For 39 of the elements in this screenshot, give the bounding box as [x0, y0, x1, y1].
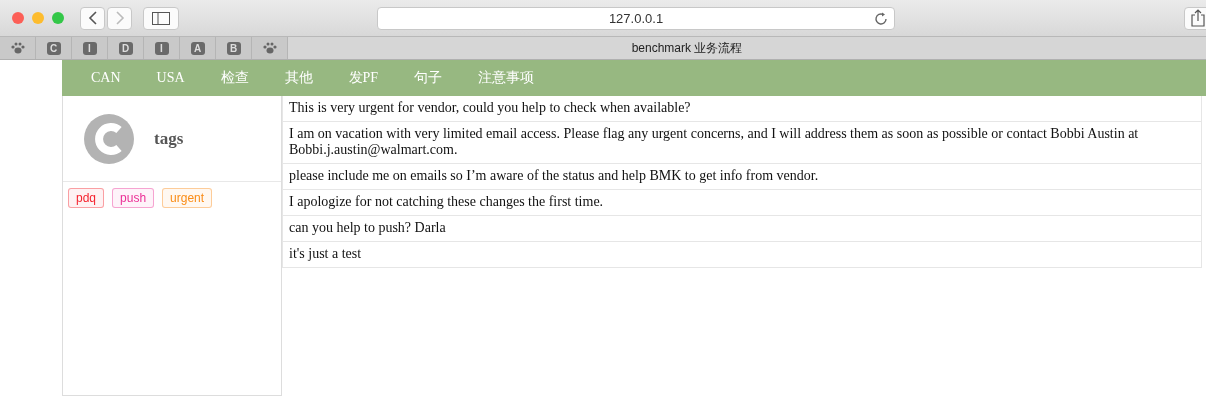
close-button[interactable] — [12, 12, 24, 24]
nav-link[interactable]: 检查 — [202, 69, 267, 87]
message-row: can you help to push? Darla — [282, 216, 1202, 242]
message-row: please include me on emails so I’m aware of the status and help BMK to get info from vendor. — [282, 164, 1202, 190]
message-row: it's just a test — [282, 242, 1202, 268]
back-button[interactable] — [80, 6, 105, 30]
forward-icon — [114, 11, 125, 25]
bookmark-button[interactable]: D — [108, 37, 144, 59]
nav-link[interactable]: CAN — [80, 70, 139, 86]
tag[interactable]: urgent — [162, 188, 213, 208]
back-icon — [87, 11, 98, 25]
bookmark-button[interactable]: I — [144, 37, 180, 59]
share-icon — [1191, 9, 1205, 27]
reload-icon — [874, 11, 888, 26]
nav-link[interactable]: USA — [138, 70, 203, 86]
sidebar-icon — [152, 11, 170, 25]
share-button[interactable] — [1184, 6, 1206, 30]
message-row: I apologize for not catching these changes the first time. — [282, 190, 1202, 216]
nav-link[interactable]: 其他 — [266, 69, 331, 87]
nav-link[interactable]: 发PF — [330, 69, 397, 87]
sidebar-title: tags — [154, 128, 184, 149]
bookmark-button[interactable]: I — [72, 37, 108, 59]
message-row: I am on vacation with very limited email access. Please flag any urgent concerns, and I will address them as soon as possible or contact Bobbi Austin at Bobbi.j.austin@walmart.com. — [282, 122, 1202, 164]
bookmark-button[interactable]: B — [216, 37, 252, 59]
logo-icon — [83, 112, 135, 165]
bookmark-button[interactable]: A — [180, 37, 216, 59]
message-row: This is very urgent for vendor, could you help to check when available? — [282, 96, 1202, 122]
zoom-button[interactable] — [52, 12, 64, 24]
paw-icon — [10, 42, 25, 54]
tag[interactable]: pdq — [68, 188, 105, 208]
paw-icon — [262, 42, 277, 54]
nav-link[interactable]: 句子 — [396, 69, 461, 87]
bookmark-button[interactable]: C — [36, 37, 72, 59]
address-field[interactable]: 127.0.0.1 — [377, 6, 895, 30]
tag[interactable]: push — [112, 188, 155, 208]
browser-tab[interactable]: benchmark 业务流程 — [288, 37, 1206, 59]
nav-link[interactable]: 注意事项 — [460, 69, 553, 87]
forward-button[interactable] — [107, 6, 132, 30]
sidebar-button[interactable] — [143, 6, 179, 30]
